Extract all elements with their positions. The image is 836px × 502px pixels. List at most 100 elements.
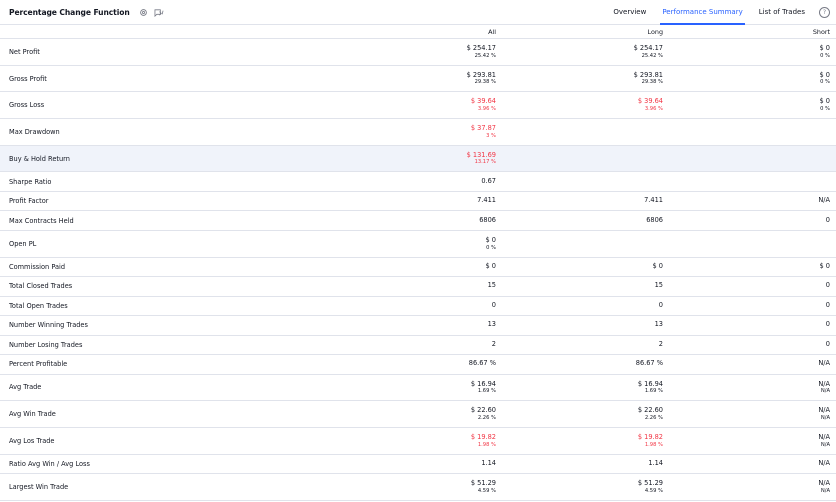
tab-performance-summary[interactable]: Performance Summary [654,0,750,25]
cell-value: $ 19.82 [637,432,663,441]
column-header-long: Long [647,27,663,36]
cell-percent: 1.98 % [644,441,663,448]
row-label: Total Closed Trades [9,282,73,291]
row-label: Commission Paid [9,262,66,271]
cell-long: 0 [496,300,663,310]
cell-all: $ 22.60 2.26 % [139,406,496,421]
table-row: Avg Win Trade $ 22.60 2.26 % $ 22.60 2.26 % N… [0,401,836,428]
cell-percent: N/A [820,441,830,448]
tab-list-of-trades[interactable]: List of Trades [751,0,813,24]
cell-all: $ 37.87 3 % [139,124,496,139]
cell-all: 1.14 [139,459,496,468]
row-label: Sharpe Ratio [9,177,52,186]
cell-long: 7.411 [496,196,663,205]
table-row: Percent Profitable 86.67 % 86.67 % N/A [0,355,836,375]
cell-short: $ 00 % [663,70,831,86]
cell-percent: 0 % [820,106,830,113]
cell-value: $ 0 [819,261,831,270]
row-label: Profit Factor [9,197,49,206]
cell-value: $ 0 [652,261,664,270]
table-header: All Long Short [0,25,836,39]
table-row: Max Contracts Held 6806 6806 0 [0,211,836,231]
column-header-all: All [488,27,496,36]
row-label: Max Contracts Held [9,216,74,225]
cell-percent: 0 % [820,79,830,86]
cell-value: $ 254.17 [466,43,496,52]
header-bar: Percentage Change Function Overview Perf… [0,0,836,25]
table-row: Number Winning Trades 13 13 0 [0,316,836,336]
cell-percent: 25.42 % [641,52,663,59]
cell-short: $ 0 [663,261,831,271]
cell-long: 2 [496,340,663,349]
row-label: Avg Trade [9,383,42,392]
cell-percent: 1.69 % [477,388,496,395]
cell-value: 15 [654,281,663,290]
table-row: Avg Trade $ 16.94 1.69 % $ 16.94 1.69 % N/A N/… [0,375,836,402]
cell-value: $ 0 [819,43,831,52]
cell-short: $ 00 % [663,43,831,59]
source-code-icon[interactable] [154,8,164,17]
cell-short: 0 [663,282,830,290]
cell-percent: 29.38 % [641,79,663,86]
cell-percent: 4.59 % [477,487,496,494]
table-row: Sharpe Ratio 0.67 [0,172,836,192]
cell-all: $ 131.69 13.17 % [139,151,496,166]
table-row: Total Closed Trades 15 15 0 [0,277,836,297]
cell-value: N/A [818,459,830,468]
cell-short: N/A N/A [663,379,830,395]
row-label: Avg Los Trade [9,436,55,445]
cell-value: 1.14 [481,459,496,468]
cell-all: $ 293.81 29.38 % [139,71,496,86]
cell-value: 0.67 [481,176,496,185]
row-label: Number Winning Trades [9,321,88,330]
cell-value: N/A [818,379,830,388]
cell-percent: 3.96 % [644,106,663,113]
cell-all: 0 [139,301,496,310]
row-label: Net Profit [9,47,40,56]
column-header-short: Short [812,27,830,36]
cell-all: 15 [139,282,496,290]
help-icon[interactable]: ? [819,6,830,18]
cell-percent: 13.17 % [474,159,496,166]
cell-all: 0.67 [139,176,496,186]
cell-value: 0 [825,320,830,329]
cell-value: 0 [658,300,663,309]
cell-value: 0 [825,300,830,309]
cell-short: 0 [663,216,830,225]
row-label: Total Open Trades [9,301,68,310]
cell-value: $ 0 [819,70,831,79]
table-row: Total Open Trades 0 0 0 [0,297,836,317]
cell-value: $ 22.60 [637,406,663,415]
cell-value: $ 0 [485,235,497,244]
cell-value: N/A [818,359,830,368]
cell-short: N/A [663,360,830,368]
row-label: Number Losing Trades [9,340,83,349]
table-row: Buy & Hold Return $ 131.69 13.17 % [0,145,836,173]
cell-value: $ 39.64 [470,97,496,106]
cell-value: $ 37.87 [470,124,496,132]
cell-long: $ 22.60 2.26 % [496,406,663,421]
cell-long: $ 0 [496,261,664,271]
tab-overview[interactable]: Overview [605,0,654,24]
table-row: Max Drawdown $ 37.87 3 % [0,119,836,146]
cell-value: 6806 [479,215,496,224]
cell-percent: 25.42 % [474,52,496,59]
cell-all: $ 39.64 3.96 % [139,97,496,113]
cell-value: N/A [818,432,830,441]
cell-short: 0 [663,321,830,329]
cell-value: 7.411 [644,196,663,205]
cell-value: $ 293.81 [633,70,663,79]
cell-short: 0 [663,300,830,310]
cell-value: 86.67 % [635,359,663,368]
cell-short: N/A N/A [663,406,830,421]
settings-icon[interactable] [139,8,148,17]
cell-long: $ 51.29 4.59 % [496,479,663,494]
cell-long: 86.67 % [496,360,663,368]
tab-bar: Overview Performance Summary List of Tra… [605,0,836,25]
cell-value: $ 39.64 [637,97,663,106]
cell-value: 0 [825,339,830,348]
table-row: Gross Loss $ 39.64 3.96 % $ 39.64 3.96 % $ 00… [0,92,836,120]
row-label: Max Drawdown [9,127,60,136]
cell-value: 7.411 [477,196,496,205]
cell-all: $ 16.94 1.69 % [139,380,496,395]
